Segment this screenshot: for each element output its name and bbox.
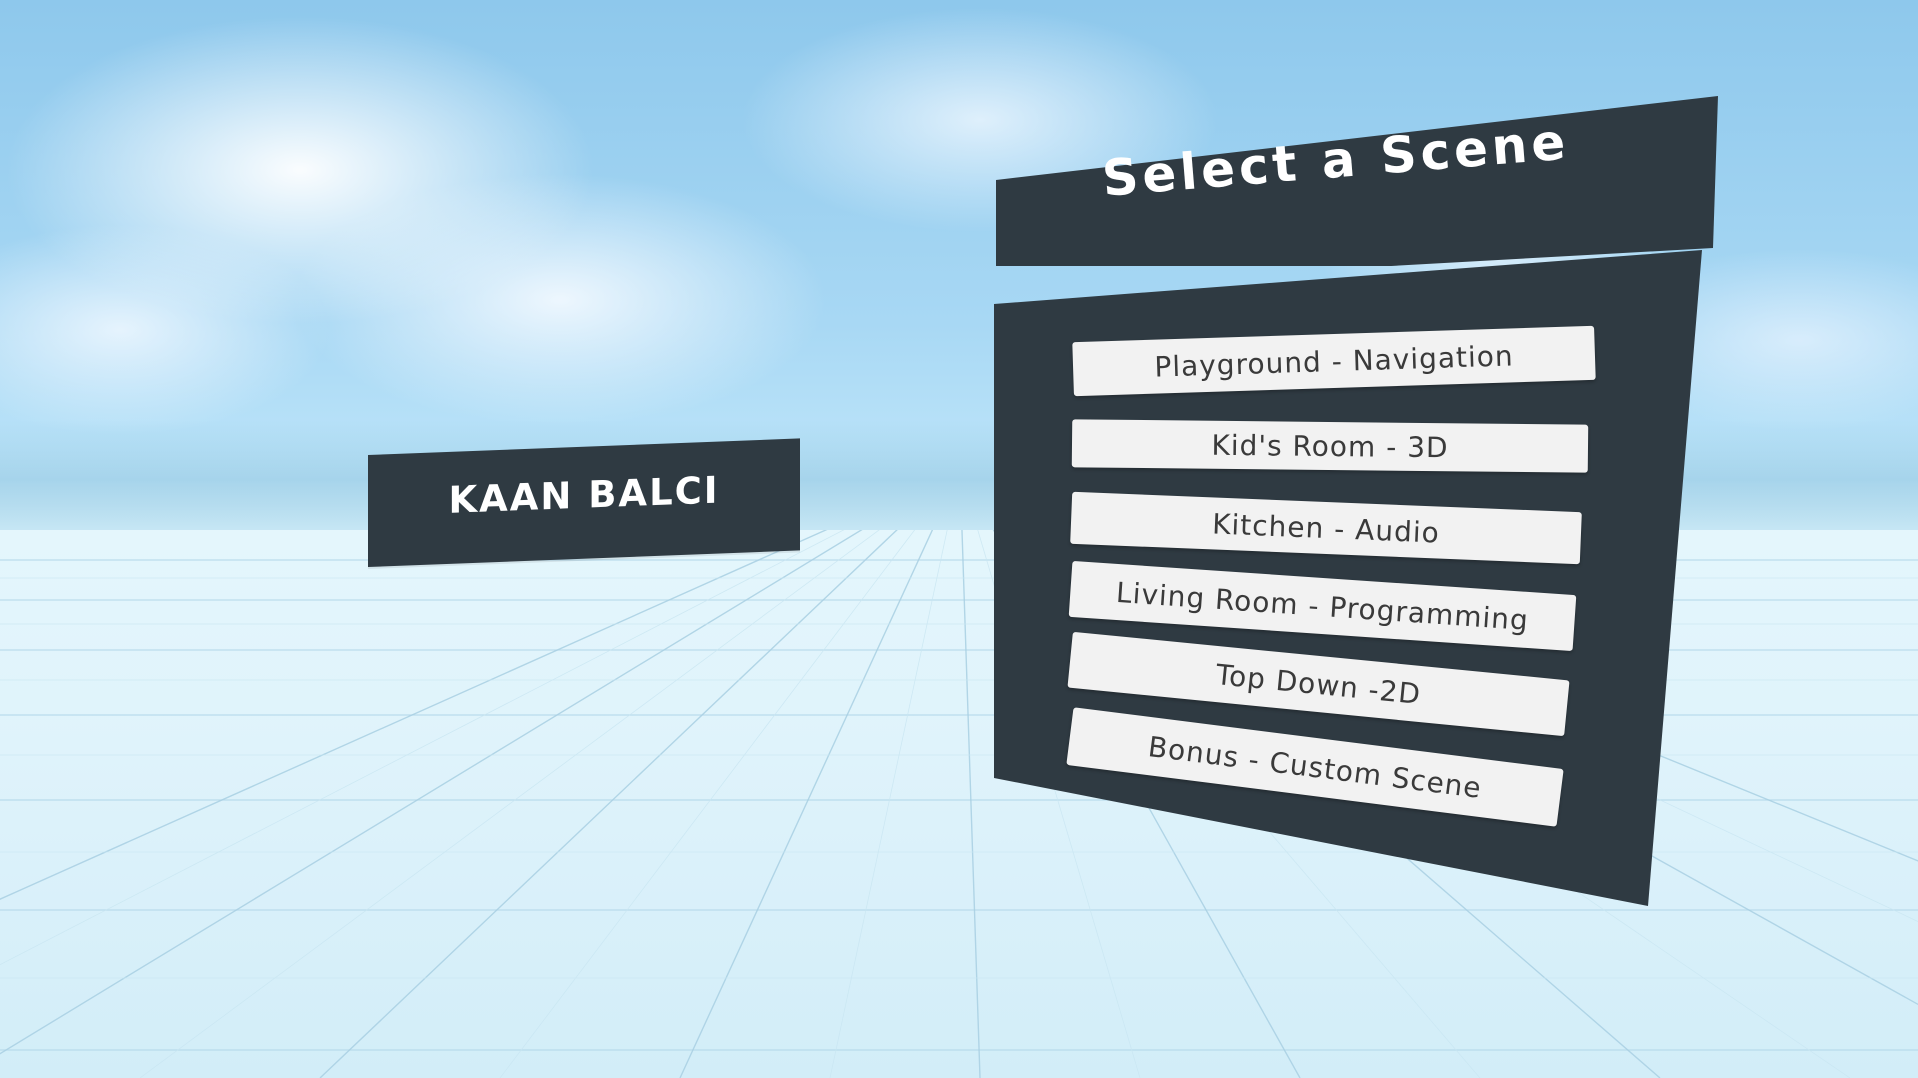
vr-scene: KAAN BALCI Select a Scene Playground - N… [0,0,1918,1078]
name-panel: KAAN BALCI [368,438,800,567]
scene-button-kids-room[interactable]: Kid's Room - 3D [1071,419,1589,473]
player-name-label: KAAN BALCI [448,467,720,522]
